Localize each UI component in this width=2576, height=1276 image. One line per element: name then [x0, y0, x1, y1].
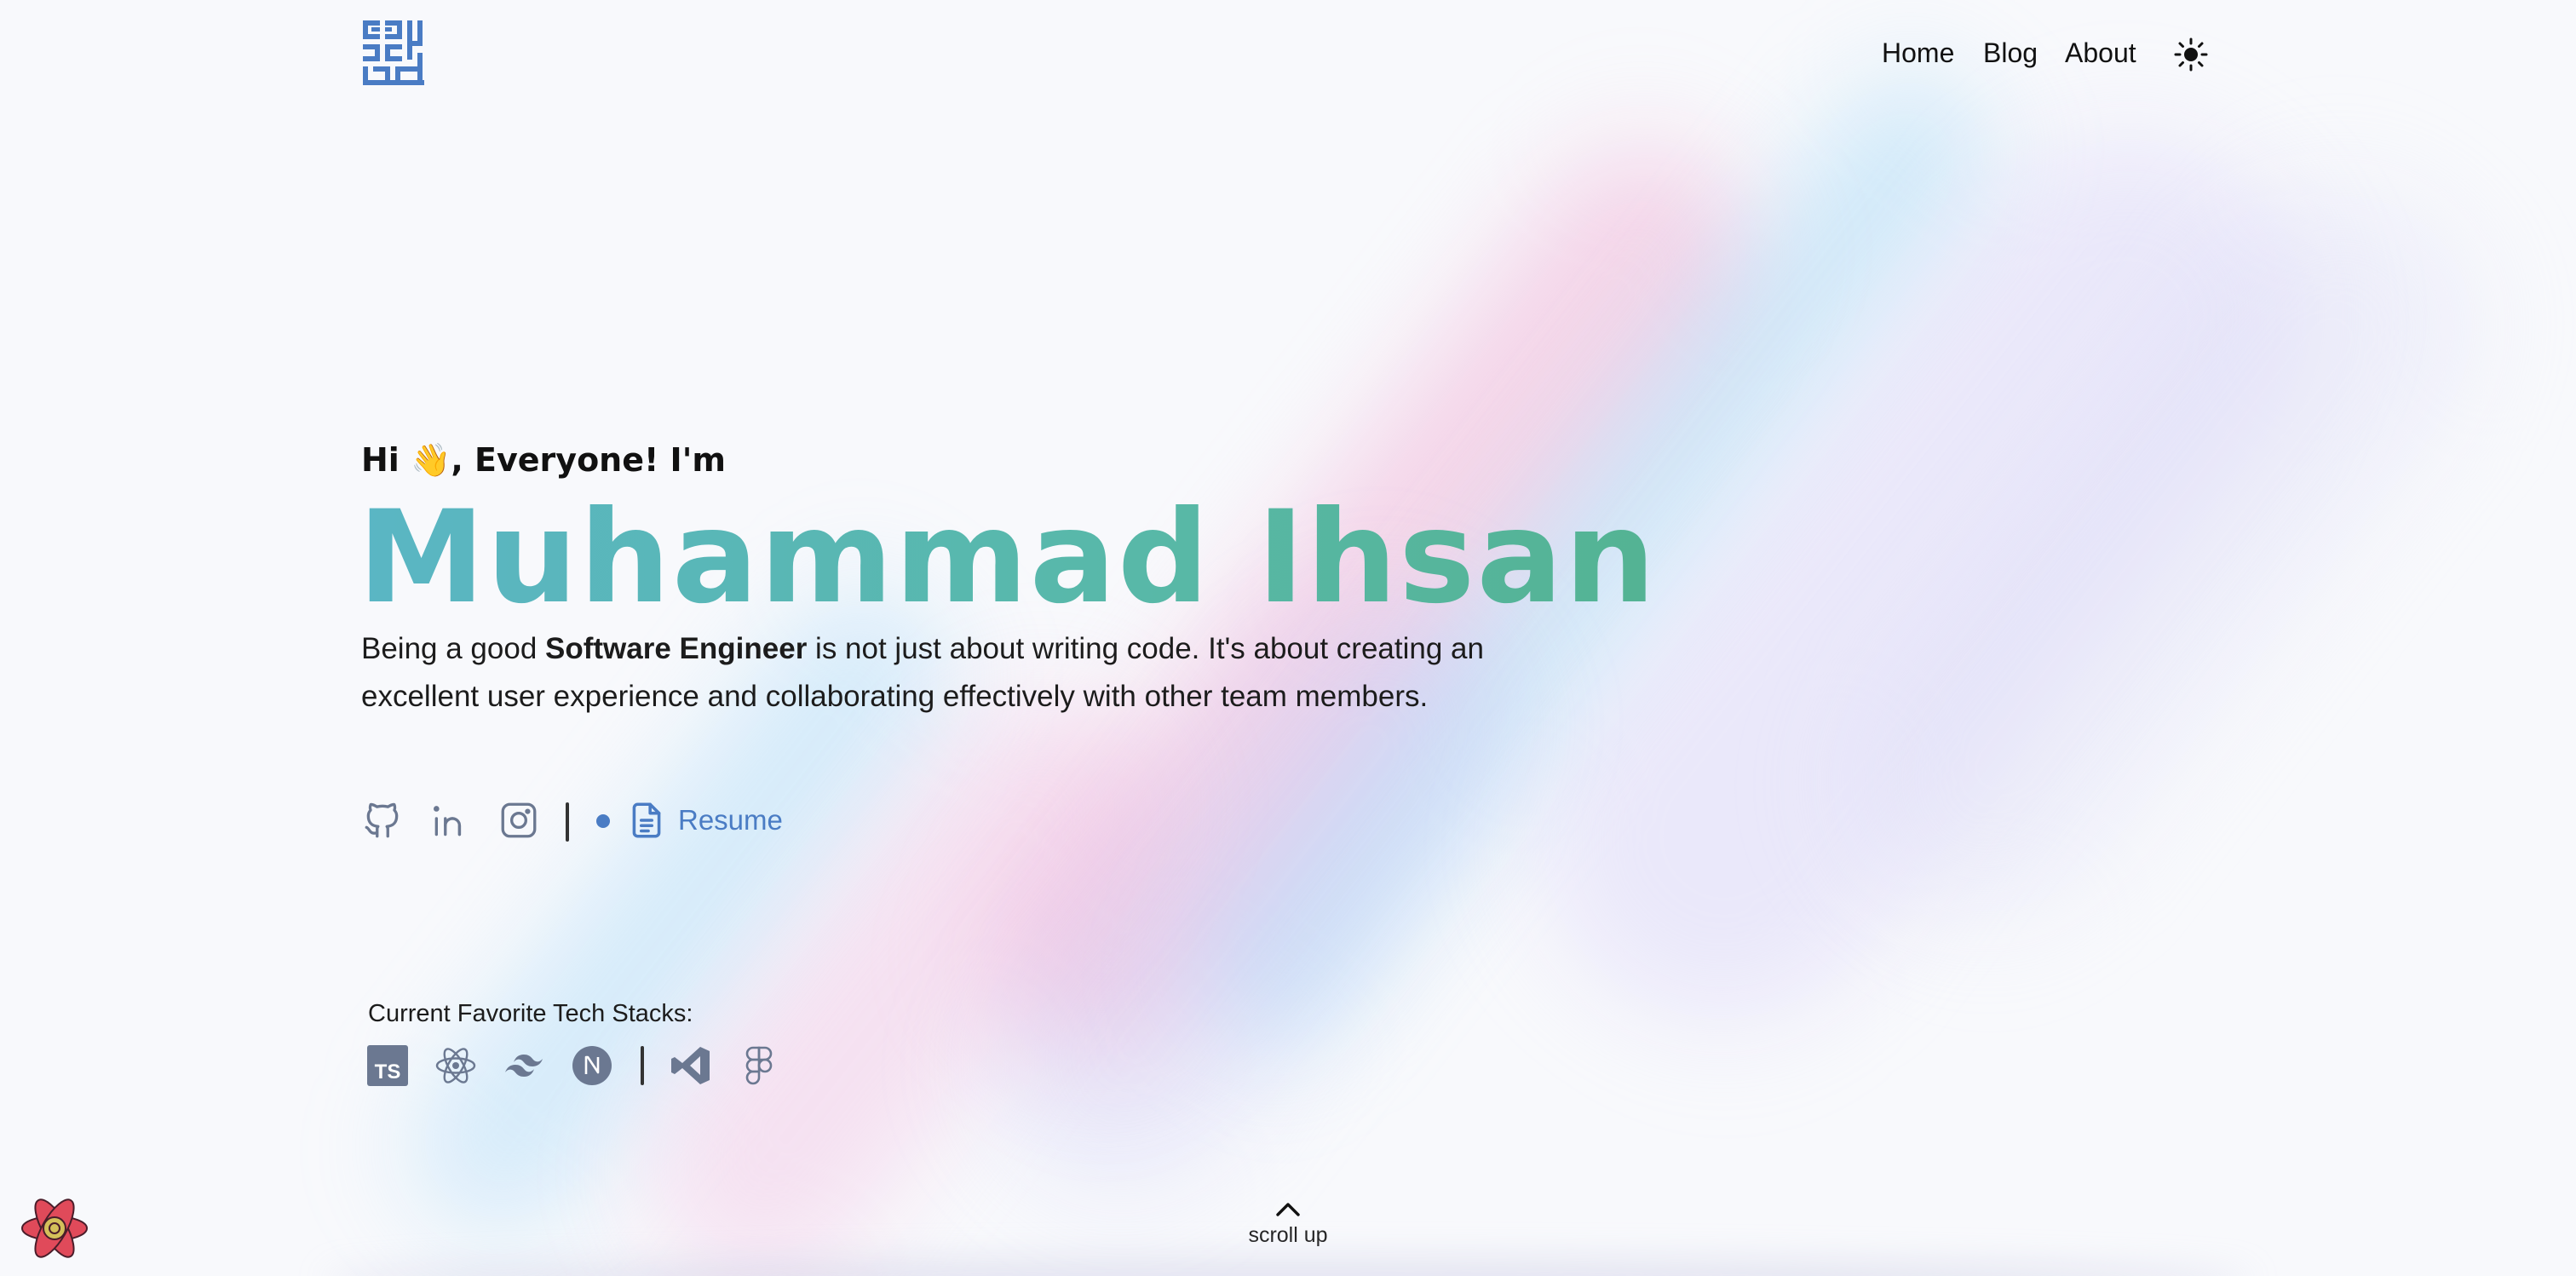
devtools-badge[interactable]	[19, 1193, 90, 1264]
waving-hand-emoji: 👋	[411, 441, 451, 479]
typescript-icon: TS	[366, 1044, 409, 1087]
instagram-link[interactable]	[497, 799, 540, 842]
tailwind-icon	[503, 1044, 545, 1087]
linkedin-link[interactable]	[429, 799, 472, 842]
atom-badge-icon	[21, 1198, 88, 1258]
document-icon	[632, 802, 661, 838]
sun-icon	[2174, 37, 2208, 72]
hero-greeting: Hi 👋, Everyone! I'm	[361, 441, 726, 480]
linkedin-icon	[434, 806, 462, 836]
resume-link[interactable]: Resume	[678, 804, 783, 836]
status-dot	[596, 814, 610, 828]
nav-link-about[interactable]: About	[2065, 37, 2136, 69]
tagline-before: Being a good	[361, 632, 546, 665]
theme-toggle-button[interactable]	[2174, 37, 2208, 72]
divider	[566, 802, 569, 842]
chevron-up-icon	[1276, 1203, 1300, 1216]
greeting-suffix: , Everyone! I'm	[451, 441, 726, 479]
figma-icon	[738, 1044, 780, 1087]
scroll-up-button[interactable]: scroll up	[1245, 1198, 1331, 1248]
scroll-up-label: scroll up	[1248, 1223, 1328, 1247]
tagline-bold: Software Engineer	[545, 632, 808, 665]
instagram-icon	[501, 802, 537, 838]
tech-stack-title: Current Favorite Tech Stacks:	[368, 1000, 693, 1027]
divider	[641, 1046, 644, 1085]
github-link[interactable]	[361, 799, 404, 842]
greeting-prefix: Hi	[361, 441, 400, 479]
hero-tagline: Being a good Software Engineer is not ju…	[361, 625, 1503, 721]
vscode-icon	[670, 1044, 712, 1087]
nextjs-icon	[571, 1044, 613, 1087]
svg-text:TS: TS	[375, 1060, 401, 1083]
github-icon	[365, 802, 399, 838]
nav-link-blog[interactable]: Blog	[1983, 37, 2038, 69]
react-icon	[434, 1044, 477, 1087]
resume-icon-link[interactable]	[625, 799, 668, 842]
hero-name: Muhammad Ihsan	[358, 484, 1658, 632]
nav-link-home[interactable]: Home	[1882, 37, 1954, 69]
bottom-fade	[324, 1259, 2252, 1276]
